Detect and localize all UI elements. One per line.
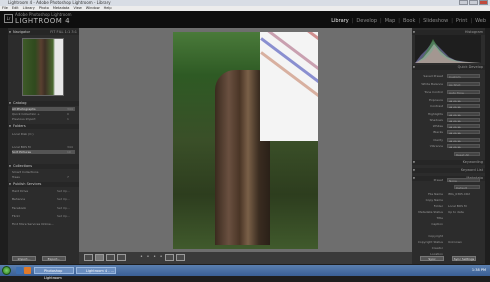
folders-volume: Local Disk (C:) [12, 132, 34, 136]
metadata-copyright[interactable]: Copyright [414, 234, 482, 238]
publish-item[interactable]: Flickr Set Up... [12, 214, 70, 218]
module-picker: Library | Develop | Map | Book | Slidesh… [331, 18, 486, 24]
qd-whites[interactable]: Whites ◂◂ ◂ ▸ ▸▸ [414, 124, 482, 129]
minimize-button[interactable] [459, 0, 468, 5]
catalog-item-previous[interactable]: Previous Import 1 [12, 117, 69, 121]
quick-develop-header[interactable]: Quick Develop [412, 65, 485, 70]
publish-header[interactable]: Publish Services [8, 182, 79, 187]
lightroom-logo: Lr [4, 14, 13, 23]
sync-settings-button[interactable]: Sync Settings [452, 256, 476, 261]
toolbar [79, 252, 412, 264]
compare-view-icon[interactable] [106, 254, 115, 261]
metadata-preset-select[interactable]: Default [414, 185, 482, 190]
export-button[interactable]: Export... [42, 256, 66, 261]
publish-item[interactable]: Facebook Set Up... [12, 206, 70, 210]
taskbar-item-lightroom[interactable]: Lightroom 4 - ... [76, 267, 116, 274]
qd-saved-preset[interactable]: Saved Preset Custom [414, 74, 482, 79]
publish-item[interactable]: Behance Set Up... [12, 197, 70, 201]
qd-clarity[interactable]: Clarity ◂◂ ◂ ▸ ▸▸ [414, 138, 482, 143]
qd-shadows[interactable]: Shadows ◂◂ ◂ ▸ ▸▸ [414, 118, 482, 123]
metadata-folder[interactable]: Folder Local BOS M [414, 204, 482, 208]
qd-highlights[interactable]: Highlights ◂◂ ◂ ▸ ▸▸ [414, 112, 482, 117]
qd-vibrance[interactable]: Vibrance ◂◂ ◂ ▸ ▸▸ [414, 144, 482, 149]
catalog-item-quick[interactable]: Quick Collection +0 [12, 112, 69, 116]
metadata-copy-name[interactable]: Copy Name [414, 198, 482, 202]
module-map[interactable]: Map [385, 18, 396, 24]
grid-view-icon[interactable] [84, 254, 93, 261]
keyword-list-header[interactable]: Keyword List [412, 168, 485, 173]
loupe-view-icon[interactable] [95, 254, 104, 261]
publish-item-more[interactable]: Find More Services Online... [12, 222, 54, 226]
catalog-header[interactable]: Catalog [8, 101, 79, 106]
folder-item[interactable]: Local BOS M 344 [12, 145, 73, 149]
explorer-icon[interactable] [16, 267, 23, 274]
catalog-item-all[interactable]: All Photographs 344 [12, 107, 75, 111]
browser-icon[interactable] [24, 267, 31, 274]
metadata-copyright-status[interactable]: Copyright Status Unknown [414, 240, 482, 244]
qd-white-balance[interactable]: White Balance As Shot [414, 82, 482, 87]
qd-blacks[interactable]: Blacks ◂◂ ◂ ▸ ▸▸ [414, 130, 482, 135]
navigator-zoom[interactable]: FIT FILL 1:1 3:1 [50, 30, 77, 35]
app-title: LIGHTROOM 4 [15, 17, 71, 25]
metadata-status: Metadata Status Up to date [418, 210, 464, 214]
collection-item[interactable]: Smart Collections [12, 170, 38, 174]
metadata-title[interactable]: Title [414, 216, 482, 220]
module-book[interactable]: Book [403, 18, 415, 24]
navigator-header[interactable]: Navigator FIT FILL 1:1 3:1 [8, 30, 79, 35]
sync-button[interactable]: Sync [420, 256, 444, 261]
collection-item[interactable]: Trees 7 [12, 175, 69, 179]
metadata-preset[interactable]: Preset None [414, 178, 482, 183]
module-slideshow[interactable]: Slideshow [423, 18, 448, 24]
close-button[interactable] [479, 0, 488, 5]
keywording-header[interactable]: Keywording [412, 160, 485, 165]
module-develop[interactable]: Develop [356, 18, 377, 24]
rotate-left-icon[interactable] [165, 254, 174, 261]
histogram [415, 35, 481, 63]
taskbar-item-photoshop[interactable]: Photoshop Lightroom [34, 267, 74, 280]
navigator-preview[interactable] [22, 38, 64, 96]
taskbar-clock: 1:38 PM [471, 268, 486, 272]
maximize-button[interactable] [469, 0, 478, 5]
module-web[interactable]: Web [475, 18, 486, 24]
module-print[interactable]: Print [456, 18, 468, 24]
qd-contrast[interactable]: Contrast ◂◂ ◂ ▸ ▸▸ [414, 104, 482, 109]
photo-overlay [260, 32, 318, 141]
publish-item[interactable]: Hard Drive Set Up... [12, 189, 70, 193]
folders-header[interactable]: Folders [8, 124, 79, 129]
import-button[interactable]: Import... [12, 256, 36, 261]
start-button[interactable] [2, 266, 11, 275]
qd-tone-control[interactable]: Tone Control Auto Tone [414, 90, 482, 95]
qd-exposure[interactable]: Exposure ◂◂ ◂ ▸ ▸▸ [414, 98, 482, 103]
collections-header[interactable]: Collections [8, 164, 79, 169]
metadata-caption[interactable]: Caption [414, 222, 482, 226]
qd-reset-all[interactable]: Reset All [414, 152, 482, 157]
survey-view-icon[interactable] [117, 254, 126, 261]
metadata-file-name[interactable]: File Name IMG_0365.CR2 [414, 192, 482, 196]
folder-item[interactable]: Sort Pictures 10 [12, 150, 75, 154]
metadata-creator[interactable]: Creator [414, 246, 482, 250]
module-library[interactable]: Library [331, 18, 348, 24]
rotate-right-icon[interactable] [176, 254, 185, 261]
